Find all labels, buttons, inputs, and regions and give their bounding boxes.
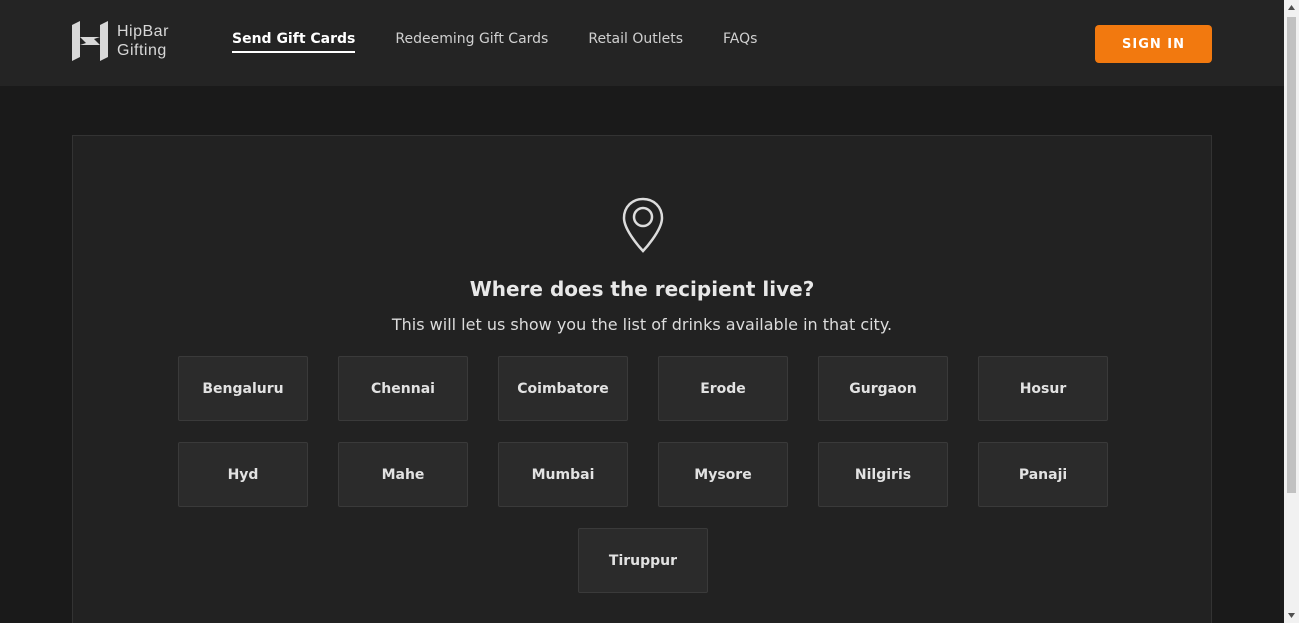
question-heading: Where does the recipient live? — [469, 277, 815, 301]
scrollbar-thumb[interactable] — [1287, 17, 1296, 493]
nav-send-gift-cards[interactable]: Send Gift Cards — [232, 31, 356, 53]
brand-subtitle: Gifting — [117, 42, 167, 59]
scroll-down-arrow-icon[interactable] — [1284, 608, 1299, 623]
city-option-mumbai[interactable]: Mumbai — [498, 442, 628, 507]
city-option-chennai[interactable]: Chennai — [338, 356, 468, 421]
city-option-mysore[interactable]: Mysore — [658, 442, 788, 507]
nav-retail-outlets[interactable]: Retail Outlets — [588, 31, 683, 53]
city-option-bengaluru[interactable]: Bengaluru — [178, 356, 308, 421]
page: HipBar Gifting Send Gift Cards Redeeming… — [0, 0, 1299, 623]
sign-in-button[interactable]: SIGN IN — [1095, 25, 1212, 63]
city-option-coimbatore[interactable]: Coimbatore — [498, 356, 628, 421]
header: HipBar Gifting Send Gift Cards Redeeming… — [0, 0, 1284, 86]
brand-name: HipBar — [117, 23, 169, 40]
city-option-hyd[interactable]: Hyd — [178, 442, 308, 507]
city-option-nilgiris[interactable]: Nilgiris — [818, 442, 948, 507]
city-option-tiruppur[interactable]: Tiruppur — [578, 528, 708, 593]
vertical-scrollbar[interactable] — [1284, 0, 1299, 623]
city-option-erode[interactable]: Erode — [658, 356, 788, 421]
logo[interactable]: HipBar Gifting — [72, 21, 169, 61]
city-option-mahe[interactable]: Mahe — [338, 442, 468, 507]
nav-redeeming-gift-cards[interactable]: Redeeming Gift Cards — [395, 31, 548, 53]
nav-faqs[interactable]: FAQs — [723, 31, 757, 53]
question-subtitle: This will let us show you the list of dr… — [391, 315, 893, 334]
location-pin-icon — [622, 197, 664, 253]
scroll-up-arrow-icon[interactable] — [1284, 0, 1299, 15]
city-option-hosur[interactable]: Hosur — [978, 356, 1108, 421]
city-grid: Bengaluru Chennai Coimbatore Erode Gurga… — [178, 356, 1108, 593]
main-nav: Send Gift Cards Redeeming Gift Cards Ret… — [232, 31, 797, 53]
city-option-gurgaon[interactable]: Gurgaon — [818, 356, 948, 421]
city-option-panaji[interactable]: Panaji — [978, 442, 1108, 507]
hipbar-logo-icon — [72, 21, 108, 61]
city-selection-panel: Where does the recipient live? This will… — [72, 135, 1212, 623]
